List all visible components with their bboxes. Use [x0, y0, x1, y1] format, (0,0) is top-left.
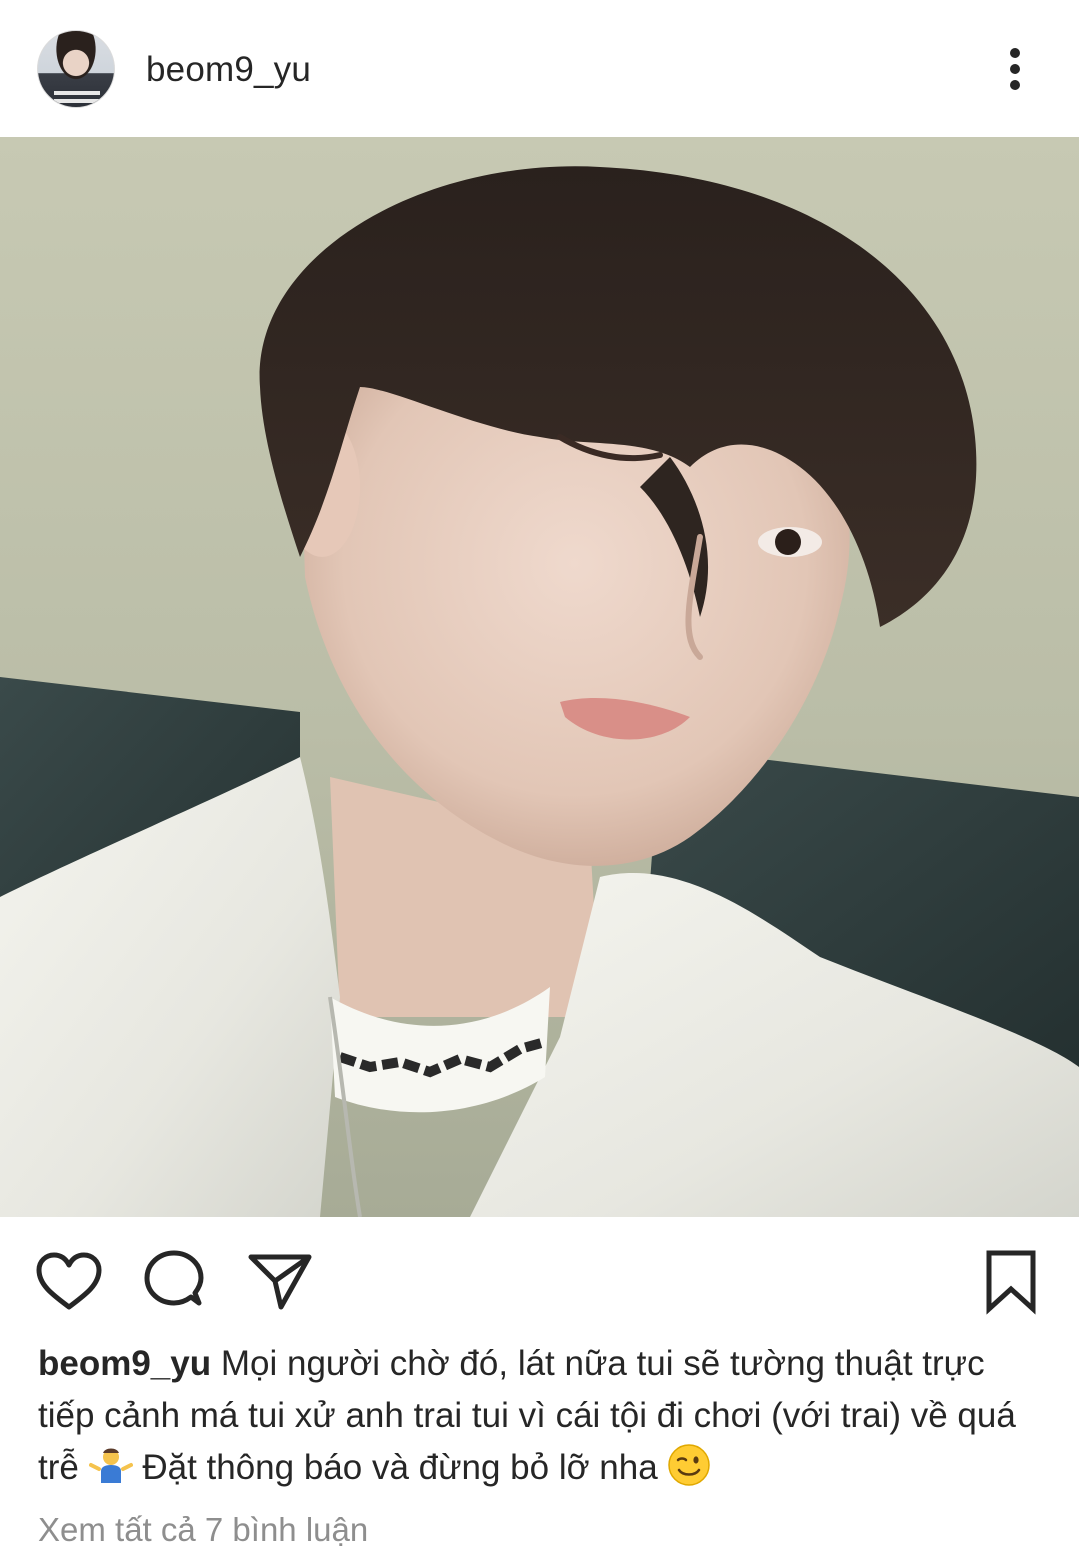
action-bar [0, 1217, 1079, 1337]
post-header: beom9_yu [0, 0, 1079, 137]
winking-face-emoji [668, 1444, 711, 1486]
person-shrugging-emoji [88, 1448, 133, 1483]
view-all-comments-link[interactable]: Xem tất cả 7 bình luận [38, 1508, 368, 1552]
avatar[interactable] [37, 30, 115, 108]
heart-icon[interactable] [33, 1247, 105, 1319]
post-username[interactable]: beom9_yu [146, 50, 311, 90]
pupil [775, 529, 801, 555]
comment-bubble-icon[interactable] [139, 1247, 211, 1319]
caption-text-2: Đặt thông báo và đừng bỏ lỡ nha [142, 1448, 658, 1487]
bookmark-icon[interactable] [975, 1247, 1047, 1319]
post-caption: beom9_yu Mọi người chờ đó, lát nữa tui s… [38, 1338, 1048, 1494]
caption-username[interactable]: beom9_yu [38, 1344, 211, 1383]
avatar-shirt-stripe [54, 99, 100, 103]
paper-plane-icon[interactable] [243, 1247, 315, 1319]
avatar-shirt-stripe [54, 91, 100, 95]
more-options-icon[interactable] [1004, 46, 1028, 92]
selfie-photo [0, 137, 1079, 1217]
post-image[interactable] [0, 137, 1079, 1217]
